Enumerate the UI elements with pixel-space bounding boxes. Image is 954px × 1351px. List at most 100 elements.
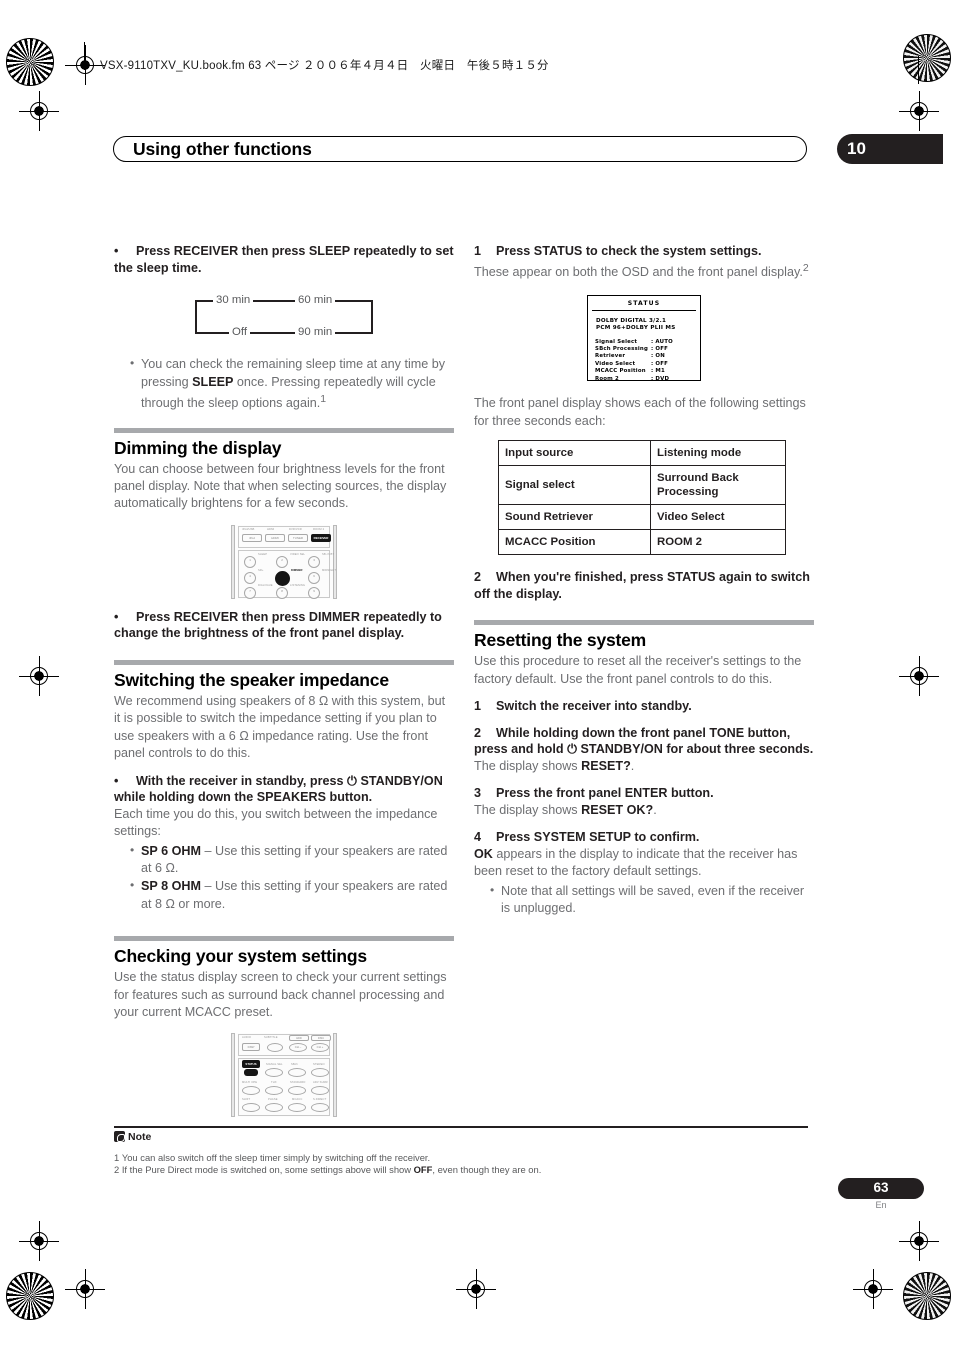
reset-step-4-title: 4 Press SYSTEM SETUP to confirm. <box>474 829 814 846</box>
remote-key-2: 2 <box>276 555 288 568</box>
step-number: 1 <box>474 244 482 258</box>
remote-cap-midnight: MIDNIGHT <box>322 568 337 572</box>
remote-cap-mcacc: MCACC <box>292 1098 303 1102</box>
registration-mark-left-middle <box>19 656 59 696</box>
step-title-text: When you're finished, press STATUS again… <box>474 570 810 601</box>
remote-control-dimmer-illustration: iPod/USB HDMI DVR/VCR ROOM 2 iPod HDMI T… <box>231 524 337 599</box>
bullet-dot-icon: • <box>114 773 119 788</box>
remote-cap-thx: THX <box>271 1081 277 1085</box>
reset-step-3-body-prefix: The display shows <box>474 802 582 817</box>
chapter-number: 10 <box>847 139 866 158</box>
remote-left-edge <box>231 524 235 599</box>
sleep-option-90min: 90 min <box>295 326 336 339</box>
reset-step-2-body: The display shows RESET?. <box>474 758 814 775</box>
remote-cap-hdmi: HDMI <box>267 527 275 531</box>
remote-cap-room2: ROOM 2 <box>313 527 325 531</box>
reset-step-4-body-text: appears in the display to indicate that … <box>474 846 798 879</box>
step-number: 4 <box>474 830 482 845</box>
footnote-number: 1 <box>114 1152 120 1163</box>
ohm-symbol: Ω <box>239 728 249 743</box>
remote-button-status-highlighted: STATUS <box>242 1060 260 1069</box>
print-filename-line: VSX-9110TXV_KU.book.fm 63 ページ ２００６年４月４日 … <box>100 60 549 72</box>
osd-status-screen: STATUS DOLBY DIGITAL 3/2.1 PCM 96+DOLBY … <box>587 295 701 383</box>
osd-row-key: Video Select <box>595 360 636 367</box>
osd-row: MCACC Position: M1 <box>595 368 700 375</box>
remote-button-ipod: iPod <box>242 533 262 542</box>
footnote-bold-value: OFF <box>413 1164 433 1175</box>
osd-row: Signal Select: AUTO <box>595 339 700 346</box>
dimmer-bullet: • Press RECEIVER then press DIMMER repeat… <box>114 609 454 642</box>
table-row: Input source Listening mode <box>498 440 786 466</box>
table-cell: MCACC Position <box>498 529 651 555</box>
footnote-ref-1: 1 <box>320 393 327 405</box>
impedance-body-text: We recommend using speakers of 8 Ω with … <box>114 693 454 763</box>
remote-cap-standard: STANDARD <box>290 1081 306 1085</box>
registration-mark-bottom-left <box>65 1269 105 1309</box>
impedance-bullet: • With the receiver in standby, press ⏻ S… <box>114 773 454 806</box>
reset-step-3-body: The display shows RESET OK?. <box>474 802 814 819</box>
step-number: 2 <box>474 570 482 584</box>
section-heading-impedance: Switching the speaker impedance <box>114 670 389 690</box>
remote-cap-sdirect: S.DIRECT <box>313 1098 327 1102</box>
sleep-timer-bullet-text: Press RECEIVER then press SLEEP repeated… <box>114 244 454 275</box>
remote-right-edge <box>333 524 337 599</box>
bullet-dot-icon: • <box>114 244 119 258</box>
sleep-option-60min: 60 min <box>295 294 336 307</box>
registration-mark-right-lower <box>899 1221 939 1261</box>
table-cell: Sound Retriever <box>498 504 651 530</box>
remote-left-edge <box>231 1033 235 1118</box>
registration-mark-right-middle <box>899 656 939 696</box>
osd-row-key: Retriever <box>595 353 626 360</box>
registration-mark-bottom-right <box>853 1269 893 1309</box>
section-heading-checking: Checking your system settings <box>114 946 367 967</box>
remote-control-status-illustration: AUDIO SUBTITLE HDD DISC DISP CH – CH + S… <box>231 1033 337 1118</box>
note-heading-label: Note <box>128 1131 152 1143</box>
list-item: Note that all settings will be saved, ev… <box>490 882 814 918</box>
sleep-option-off: Off <box>229 326 250 339</box>
corner-registration-star-bottom-right <box>903 1272 951 1320</box>
table-row: MCACC Position ROOM 2 <box>498 529 786 555</box>
checking-body-text: Use the status display screen to check y… <box>114 970 447 1020</box>
crop-tick-right-top <box>918 56 919 84</box>
reset-display-value: RESET OK? <box>581 802 654 817</box>
crop-tick-top <box>84 42 85 70</box>
table-cell: Signal select <box>498 465 651 505</box>
osd-settings-rows: Signal Select: AUTO SBch Processing: OFF… <box>595 339 700 383</box>
remote-key-5-dimmer-highlighted <box>275 570 290 586</box>
table-cell: Input source <box>498 440 651 466</box>
remote-cap-sleep: SLEEP <box>258 552 268 556</box>
step-title-text: Press SYSTEM SETUP to confirm. <box>496 830 700 845</box>
reset-ok-value: OK <box>474 846 493 861</box>
footnote-text: You can also switch off the sleep timer … <box>121 1152 431 1163</box>
front-panel-intro-text: The front panel display shows each of th… <box>474 396 806 428</box>
osd-row-key: MCACC Position <box>595 368 646 375</box>
remote-cap-sbch: SB ch BT <box>322 552 335 556</box>
section-heading-resetting: Resetting the system <box>474 630 647 651</box>
table-cell: Surround Back Processing <box>650 465 786 505</box>
step-title-text: Press STATUS to check the system setting… <box>496 244 762 258</box>
osd-title: STATUS <box>627 300 661 308</box>
remote-cap-dialogue: DIALOGUE <box>258 583 273 587</box>
footnote-divider <box>114 1126 808 1128</box>
impedance-option-label: SP 8 OHM <box>141 879 201 894</box>
page-title: Using other functions <box>133 139 312 159</box>
registration-mark-left-upper <box>19 91 59 131</box>
footnote-2: 2 If the Pure Direct mode is switched on… <box>114 1164 541 1176</box>
osd-row-key: SBch Processing <box>595 346 649 352</box>
note-heading: Note <box>114 1131 151 1143</box>
impedance-after-bullet-text: Each time you do this, you switch betwee… <box>114 806 438 839</box>
section-rule-resetting <box>474 620 814 626</box>
reset-step-2-body-suffix: . <box>630 758 635 773</box>
osd-row-key: Signal Select <box>595 338 638 345</box>
status-step-1-body: These appear on both the OSD and the fro… <box>474 260 814 282</box>
diagram-line-bottom <box>195 332 373 334</box>
remote-key-3: 3 <box>308 555 320 568</box>
osd-row-value: : DVD <box>651 375 670 382</box>
resetting-body-text: Use this procedure to reset all the rece… <box>474 654 802 686</box>
footnote-number: 2 <box>114 1164 120 1175</box>
list-item: SP 6 OHM – Use this setting if your spea… <box>130 842 454 878</box>
osd-row: Video Select: OFF <box>595 361 700 368</box>
registration-mark-top-left <box>65 45 105 85</box>
reset-display-value: RESET? <box>581 758 631 773</box>
bullet-dot-icon: • <box>114 609 119 624</box>
